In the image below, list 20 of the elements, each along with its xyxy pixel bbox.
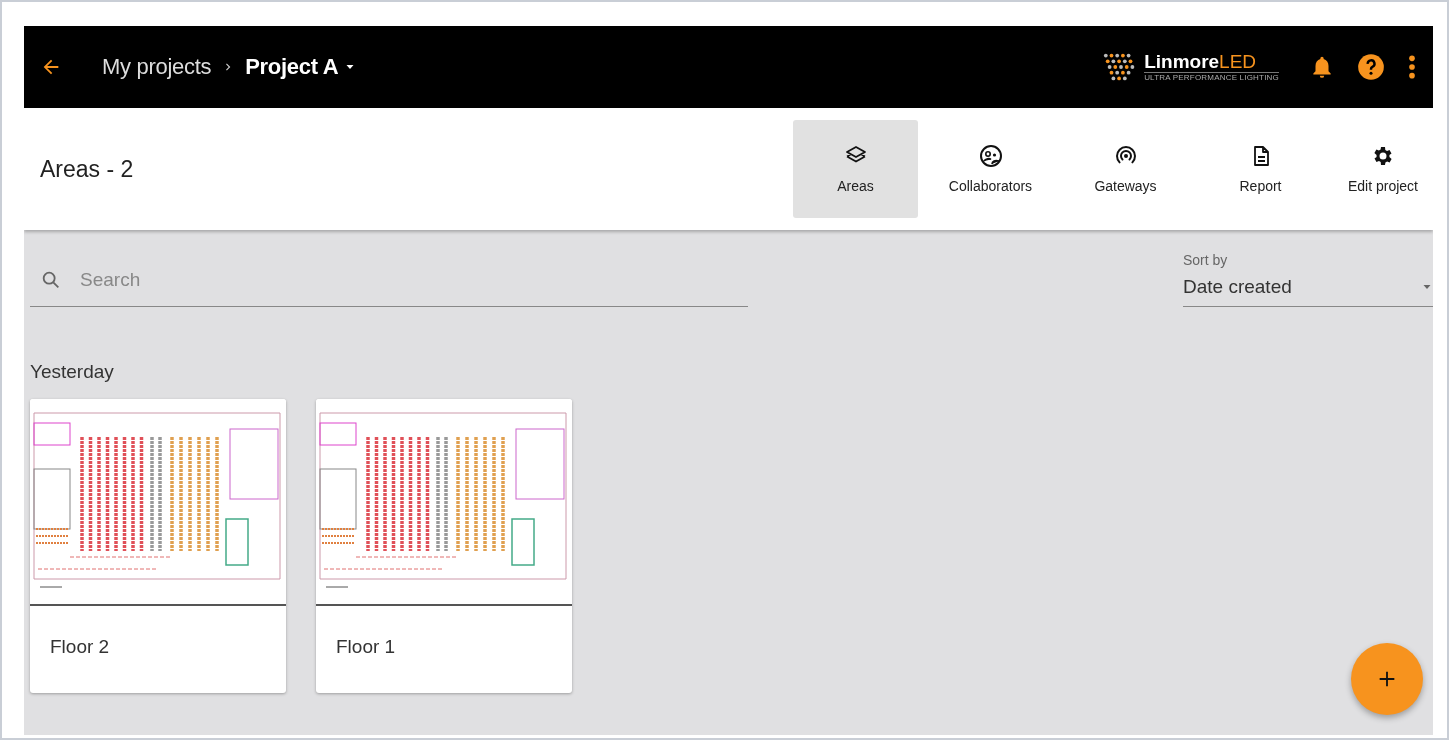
tab[interactable]: Areas	[793, 120, 918, 218]
search-field[interactable]: Search	[78, 267, 748, 292]
breadcrumb-link[interactable]: My projects	[102, 54, 212, 80]
logo-tagline: ULTRA PERFORMANCE LIGHTING	[1144, 72, 1279, 82]
tab[interactable]: Edit project	[1333, 120, 1433, 218]
more-menu-icon[interactable]	[1407, 54, 1417, 80]
tab[interactable]: Gateways	[1063, 120, 1188, 218]
section-heading: Yesterday	[30, 361, 115, 383]
area-card[interactable]: Floor 1	[316, 399, 572, 693]
area-card[interactable]: Floor 2	[30, 399, 286, 693]
logo-wordmark: LinmoreLED	[1144, 52, 1258, 72]
tab[interactable]: Collaborators	[928, 120, 1053, 218]
tab[interactable]: Report	[1198, 120, 1323, 218]
page-title: Areas - 2	[40, 155, 134, 183]
card-title: Floor 2	[49, 635, 111, 659]
card-title: Floor 1	[335, 635, 397, 659]
help-icon[interactable]	[1357, 53, 1385, 81]
project-dropdown[interactable]: Project A	[245, 54, 357, 80]
sort-dropdown[interactable]: Sort by Date created	[1183, 252, 1433, 307]
people-icon	[978, 144, 1003, 168]
